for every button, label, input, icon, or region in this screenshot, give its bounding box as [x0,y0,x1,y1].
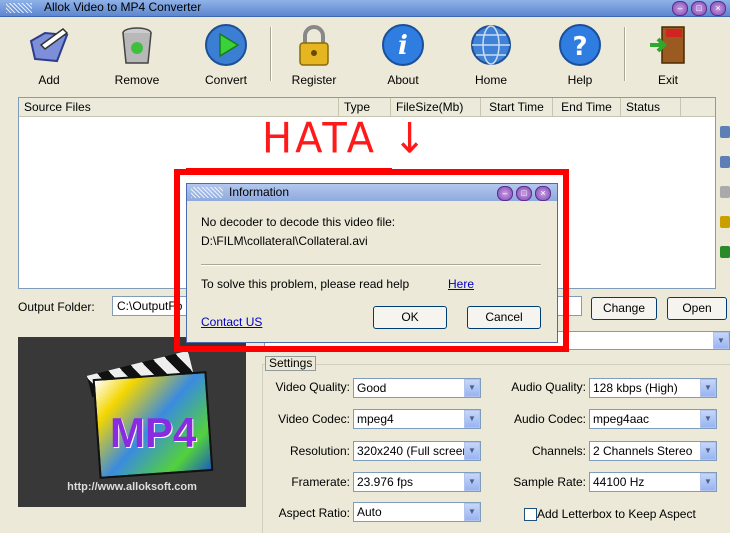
chevron-down-icon[interactable]: ▼ [700,379,716,397]
window-grip-icon [6,3,32,13]
sample-rate-select[interactable]: 44100 Hz ▼ [589,472,717,492]
toolbar-separator [270,27,272,81]
convert-button[interactable]: Convert [191,23,261,87]
lock-icon [292,23,336,67]
remove-button[interactable]: Remove [102,23,172,87]
home-button[interactable]: Home [456,23,526,87]
video-quality-label: Video Quality: [275,380,351,394]
exit-button[interactable]: Exit [633,23,703,87]
letterbox-checkbox[interactable] [524,508,537,521]
video-codec-value: mpeg4 [357,412,394,426]
audio-codec-value: mpeg4aac [593,412,650,426]
register-label: Register [291,73,337,87]
move-up-icon[interactable] [720,126,730,138]
channels-label: Channels: [531,444,586,458]
audio-quality-label: Audio Quality: [511,380,586,394]
edit-icon[interactable] [720,216,730,228]
dialog-maximize-icon[interactable]: □ [516,186,532,201]
dialog-help-text: To solve this problem, please read help [201,277,410,291]
add-label: Add [38,73,60,87]
information-dialog: Information – □ × No decoder to decode t… [186,183,558,343]
audio-codec-label: Audio Codec: [513,412,586,426]
about-label: About [387,73,419,87]
chevron-down-icon[interactable]: ▼ [700,473,716,491]
remove-label: Remove [114,73,160,87]
mp4-logo-text: MP4 [110,409,197,456]
dialog-message-line1: No decoder to decode this video file: [201,215,396,229]
flag-icon[interactable] [720,246,730,258]
play-icon [204,23,248,67]
column-start-time[interactable]: Start Time [481,98,553,116]
aspect-ratio-value: Auto [357,505,382,519]
aspect-ratio-label: Aspect Ratio: [278,506,350,520]
chevron-down-icon[interactable]: ▼ [464,503,480,521]
dialog-titlebar[interactable]: Information – □ × [187,184,557,201]
framerate-value: 23.976 fps [357,475,414,489]
grid-icon[interactable] [720,186,730,198]
toolbar-separator [624,27,626,81]
column-type[interactable]: Type [339,98,391,116]
contact-us-link[interactable]: Contact US [201,315,262,329]
sample-rate-value: 44100 Hz [593,475,645,489]
svg-text:?: ? [572,32,587,62]
exit-door-icon [646,23,690,67]
about-button[interactable]: i About [368,23,438,87]
help-label: Help [567,73,593,87]
help-icon: ? [558,23,602,67]
toolbar: Add Remove Convert Register i About Home… [0,17,730,91]
aspect-ratio-select[interactable]: Auto ▼ [353,502,481,522]
open-button[interactable]: Open [667,297,727,320]
dialog-message-line2: D:\FILM\collateral\Collateral.avi [201,234,368,248]
side-toolbar [720,126,730,276]
column-filesize[interactable]: FileSize(Mb) [391,98,481,116]
chevron-down-icon[interactable]: ▼ [713,332,729,349]
settings-tab[interactable]: Settings [265,356,317,371]
cancel-button[interactable]: Cancel [467,306,541,329]
chevron-down-icon[interactable]: ▼ [700,410,716,428]
window-title: Allok Video to MP4 Converter [44,0,202,14]
trash-can-icon [115,23,159,67]
register-button[interactable]: Register [279,23,349,87]
window-titlebar[interactable]: Allok Video to MP4 Converter – □ × [0,0,730,17]
annotation-red-line [186,168,392,170]
help-button[interactable]: ? Help [545,23,615,87]
here-link[interactable]: Here [448,277,474,291]
home-label: Home [474,73,507,87]
output-folder-label: Output Folder: [18,300,95,314]
letterbox-label: Add Letterbox to Keep Aspect [537,507,696,521]
dialog-close-icon[interactable]: × [535,186,551,201]
close-icon[interactable]: × [710,1,726,16]
video-quality-value: Good [357,381,387,395]
audio-quality-value: 128 kbps (High) [593,381,678,395]
maximize-icon[interactable]: □ [691,1,707,16]
move-down-icon[interactable] [720,156,730,168]
video-codec-label: Video Codec: [278,412,350,426]
dialog-title: Information [229,185,290,199]
dialog-minimize-icon[interactable]: – [497,186,513,201]
globe-icon [469,23,513,67]
minimize-icon[interactable]: – [672,1,688,16]
audio-codec-select[interactable]: mpeg4aac ▼ [589,409,717,429]
convert-label: Convert [204,73,248,87]
svg-text:i: i [398,31,408,61]
ok-button[interactable]: OK [373,306,447,329]
column-end-time[interactable]: End Time [553,98,621,116]
framerate-label: Framerate: [291,475,350,489]
sample-rate-label: Sample Rate: [513,475,586,489]
channels-value: 2 Channels Stereo [593,444,693,458]
column-source-files[interactable]: Source Files [19,98,339,116]
info-icon: i [381,23,425,67]
add-folder-icon [27,23,71,67]
annotation-hata: HATA ↓ [262,114,430,164]
dialog-divider [201,264,541,266]
resolution-label: Resolution: [289,444,350,458]
change-button[interactable]: Change [591,297,657,320]
add-button[interactable]: Add [14,23,84,87]
dialog-grip-icon [191,187,223,198]
column-status[interactable]: Status [621,98,681,116]
chevron-down-icon[interactable]: ▼ [700,442,716,460]
exit-label: Exit [657,73,678,87]
audio-quality-select[interactable]: 128 kbps (High) ▼ [589,378,717,398]
channels-select[interactable]: 2 Channels Stereo ▼ [589,441,717,461]
